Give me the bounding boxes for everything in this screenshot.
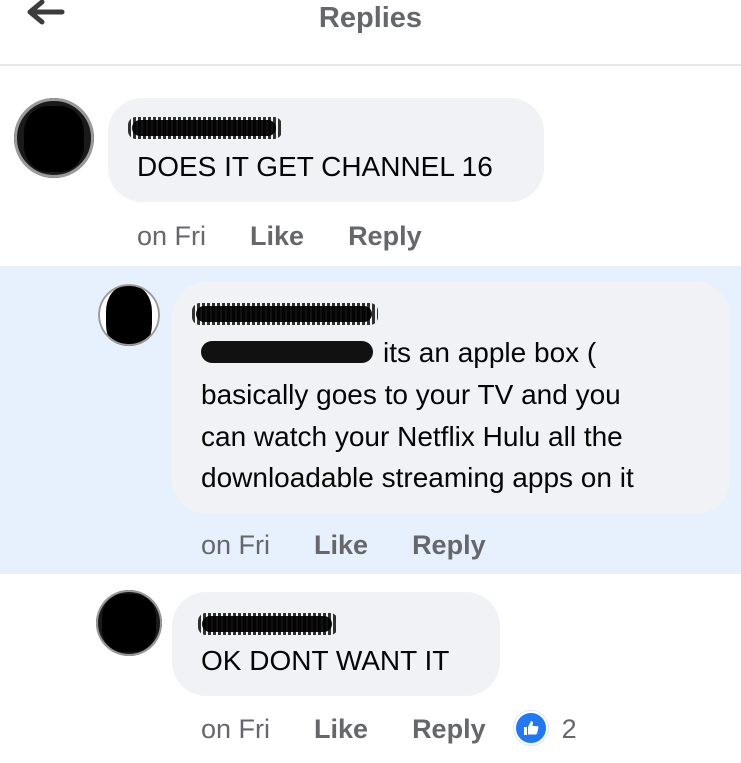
avatar[interactable]	[96, 590, 162, 656]
comment-text-line2: basically goes to your TV and you	[201, 379, 621, 410]
like-thumb-icon[interactable]	[513, 711, 548, 745]
comment-text: OK DONT WANT IT	[201, 645, 450, 676]
reaction-count[interactable]: 2	[562, 714, 577, 744]
comment-time[interactable]: on Fri	[201, 714, 270, 744]
comment-bubble: its an apple box ( basically goes to you…	[172, 282, 730, 514]
comment-bubble: DOES IT GET CHANNEL 16	[108, 98, 544, 202]
header-bar: Replies	[0, 0, 741, 66]
comment-text: DOES IT GET CHANNEL 16	[137, 151, 493, 182]
reply-button[interactable]: Reply	[412, 530, 486, 560]
comment-text-line1: its an apple box (	[383, 337, 597, 368]
comment-bubble: OK DONT WANT IT	[172, 592, 500, 696]
comment-meta: on Fri Like Reply 2	[201, 711, 577, 748]
author-name-redacted[interactable]	[192, 303, 378, 325]
like-button[interactable]: Like	[314, 714, 368, 744]
comment-meta: on Fri Like Reply	[201, 530, 486, 561]
comment-text-line4: downloadable streaming apps on it	[201, 462, 634, 493]
avatar[interactable]	[98, 284, 160, 346]
reply-button[interactable]: Reply	[412, 714, 486, 744]
comment-text-line: its an apple box (	[201, 332, 596, 374]
author-name-redacted[interactable]	[198, 613, 338, 635]
comment-time[interactable]: on Fri	[137, 221, 206, 251]
mention-redacted[interactable]	[201, 340, 373, 363]
comment-text-line3: can watch your Netflix Hulu all the	[201, 421, 623, 452]
author-name-redacted[interactable]	[128, 117, 282, 139]
comment-meta: on Fri Like Reply	[137, 221, 422, 252]
like-button[interactable]: Like	[314, 530, 368, 560]
replies-screen: Replies DOES IT GET CHANNEL 16 on Fri Lik…	[0, 0, 741, 763]
avatar[interactable]	[14, 98, 94, 178]
reply-button[interactable]: Reply	[348, 221, 422, 251]
page-title: Replies	[318, 2, 423, 34]
comment-time[interactable]: on Fri	[201, 530, 270, 560]
like-button[interactable]: Like	[250, 221, 304, 251]
